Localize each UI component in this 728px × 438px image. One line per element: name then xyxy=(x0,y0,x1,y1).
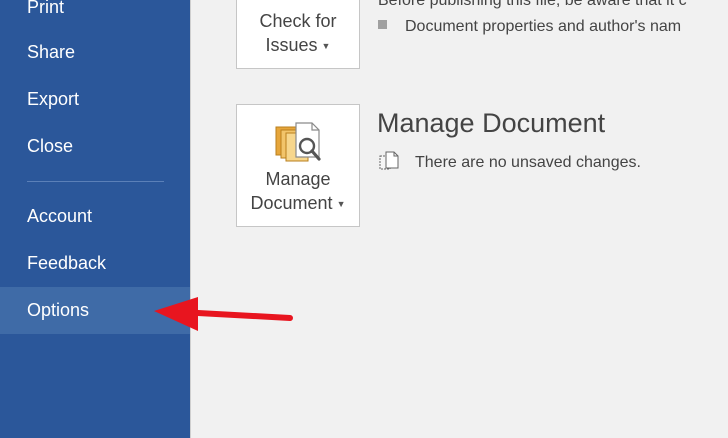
sidebar-item-export[interactable]: Export xyxy=(0,76,190,123)
sidebar-item-close[interactable]: Close xyxy=(0,123,190,170)
manage-document-label: Manage Document ▼ xyxy=(237,167,359,216)
sidebar-item-label: Export xyxy=(27,89,80,109)
inspect-bullet: Document properties and author's nam xyxy=(378,18,681,36)
chevron-down-icon: ▼ xyxy=(321,41,331,52)
backstage-view: Print Share Export Close Account Feedbac… xyxy=(0,0,728,438)
sidebar-item-label: Close xyxy=(27,136,74,156)
check-for-issues-button[interactable]: Check for Issues ▼ xyxy=(236,0,360,69)
documents-magnifier-icon xyxy=(275,122,321,162)
square-bullet-icon xyxy=(378,20,387,30)
manage-document-button[interactable]: Manage Document ▼ xyxy=(236,104,360,227)
info-panel: Check for Issues ▼ Before publishing this… xyxy=(190,0,728,438)
sidebar-item-account[interactable]: Account xyxy=(0,193,190,240)
sidebar-item-print[interactable]: Print xyxy=(0,0,190,31)
sidebar-item-label: Feedback xyxy=(27,253,107,273)
sidebar-item-options[interactable]: Options xyxy=(0,287,190,334)
document-versions-icon xyxy=(379,151,399,170)
chevron-down-icon: ▼ xyxy=(336,199,346,210)
sidebar-item-label: Share xyxy=(27,42,76,62)
section-title: Manage Document xyxy=(377,108,606,138)
sidebar-item-share[interactable]: Share xyxy=(0,29,190,76)
sidebar-item-label: Account xyxy=(27,206,93,226)
sidebar-item-label: Print xyxy=(27,0,65,17)
sidebar-item-label: Options xyxy=(27,300,90,320)
sidebar-divider xyxy=(27,181,164,182)
sidebar-item-feedback[interactable]: Feedback xyxy=(0,240,190,287)
unsaved-changes-status: There are no unsaved changes. xyxy=(378,151,641,174)
backstage-sidebar: Print Share Export Close Account Feedbac… xyxy=(0,0,190,438)
check-for-issues-label: Check for Issues ▼ xyxy=(237,9,359,58)
inspect-description: Before publishing this file, be aware th… xyxy=(378,0,687,9)
